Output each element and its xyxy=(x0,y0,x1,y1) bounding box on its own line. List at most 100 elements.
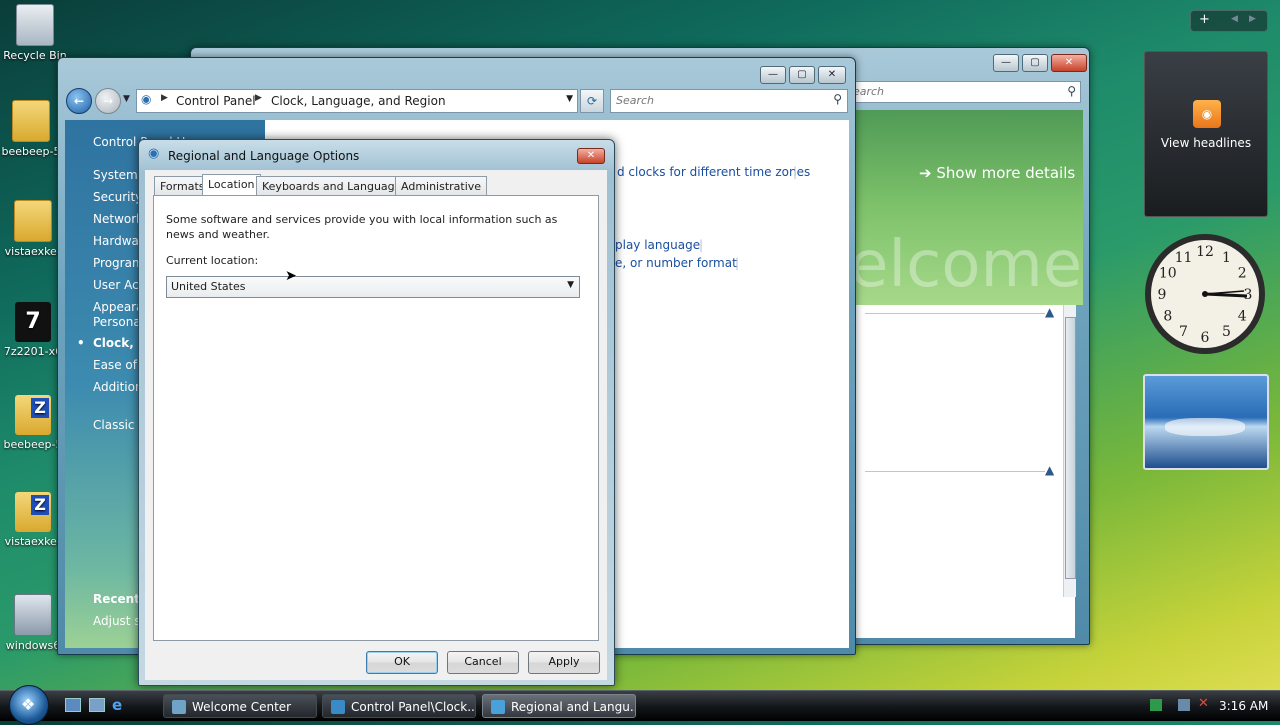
window-icon xyxy=(172,700,186,714)
sidebar-item-security[interactable]: Security xyxy=(93,190,142,204)
tray-volume-muted-icon[interactable]: ✕ xyxy=(1198,696,1209,711)
content-link-number-format[interactable]: e, or number format xyxy=(615,256,737,270)
tab-administrative[interactable]: Administrative xyxy=(395,176,488,196)
regional-language-dialog[interactable]: ◉ Regional and Language Options ✕ Format… xyxy=(138,139,615,686)
show-desktop-icon[interactable] xyxy=(65,698,81,712)
clock-hour-hand xyxy=(1204,292,1248,298)
previous-icon[interactable]: ◀ xyxy=(1231,14,1238,24)
banner-watermark: elcome xyxy=(855,228,1083,302)
forward-button[interactable]: → xyxy=(95,88,121,114)
clock-gadget[interactable]: 12 1 2 3 4 5 6 7 8 9 10 11 xyxy=(1144,233,1266,355)
recent-pages-dropdown[interactable]: ▼ xyxy=(123,94,130,104)
7zip-icon: 7 xyxy=(15,302,51,342)
address-bar[interactable]: ◉ ▶ Control Panel ▶ Clock, Language, and… xyxy=(136,89,578,113)
clock-number: 9 xyxy=(1158,287,1167,303)
maximize-button[interactable]: ▢ xyxy=(1022,54,1048,72)
clock-number: 10 xyxy=(1159,266,1177,282)
welcome-banner: ➔ Show more details elcome xyxy=(855,110,1083,305)
refresh-button[interactable]: ⟳ xyxy=(580,89,604,113)
current-location-label: Current location: xyxy=(166,254,259,267)
slideshow-gadget[interactable] xyxy=(1143,374,1269,470)
search-box[interactable]: Search ⚲ xyxy=(841,81,1081,103)
breadcrumb-clock-language-region[interactable]: Clock, Language, and Region xyxy=(271,94,446,108)
breadcrumb-separator: ▶ xyxy=(255,93,262,103)
close-button[interactable]: ✕ xyxy=(1051,54,1087,72)
sidebar-bullet: • xyxy=(77,336,85,350)
search-box[interactable]: Search ⚲ xyxy=(610,89,848,113)
tab-keyboards-languages[interactable]: Keyboards and Languages xyxy=(256,176,414,196)
welcome-content: ▲ ▲ xyxy=(855,305,1076,638)
link-separator: | xyxy=(699,238,704,252)
address-dropdown-icon[interactable]: ▼ xyxy=(566,94,573,104)
taskbar-task-welcome-center[interactable]: Welcome Center xyxy=(163,694,317,718)
desktop-icon-recycle-bin[interactable]: Recycle Bin xyxy=(0,4,70,62)
link-separator: | xyxy=(793,165,798,179)
taskbar-clock[interactable]: 3:16 AM xyxy=(1219,699,1268,713)
clock-face-icon: 12 1234567891011 xyxy=(1145,234,1265,354)
internet-explorer-icon[interactable]: e xyxy=(112,696,122,714)
dialog-title: Regional and Language Options xyxy=(168,149,360,163)
location-select[interactable]: United States ▼ xyxy=(166,276,580,298)
clock-number: 8 xyxy=(1163,309,1172,325)
tab-location[interactable]: Location xyxy=(202,174,261,196)
arrow-icon: ➔ xyxy=(919,164,932,182)
search-icon: ⚲ xyxy=(1067,84,1076,98)
folder-icon xyxy=(14,200,52,242)
chevron-down-icon: ▼ xyxy=(567,280,574,290)
dialog-close-button[interactable]: ✕ xyxy=(577,148,605,164)
breadcrumb-separator: ▶ xyxy=(161,93,168,103)
view-headlines-label[interactable]: View headlines xyxy=(1145,136,1267,150)
regional-options-icon: ◉ xyxy=(148,146,160,161)
maximize-button[interactable]: ▢ xyxy=(789,66,815,84)
switch-windows-icon[interactable] xyxy=(89,698,105,712)
location-description: Some software and services provide you w… xyxy=(166,213,558,241)
sidebar-controls: + ◀ ▶ xyxy=(1190,10,1268,32)
chevron-up-icon[interactable]: ▲ xyxy=(1045,463,1054,477)
taskbar-task-control-panel[interactable]: Control Panel\Clock... xyxy=(322,694,476,718)
content-link-time-zones[interactable]: d clocks for different time zones xyxy=(617,165,810,179)
clock-number: 2 xyxy=(1238,266,1247,282)
search-icon[interactable]: ⚲ xyxy=(833,92,842,106)
ok-button[interactable]: OK xyxy=(366,651,438,674)
minimize-button[interactable]: — xyxy=(993,54,1019,72)
link-separator: | xyxy=(735,256,740,270)
rss-icon: ◉ xyxy=(1193,100,1221,128)
apply-button[interactable]: Apply xyxy=(528,651,600,674)
content-link-display-language[interactable]: play language xyxy=(615,238,700,252)
clock-number: 4 xyxy=(1238,309,1247,325)
folder-icon xyxy=(12,100,50,142)
scrollbar-thumb[interactable] xyxy=(1065,317,1076,579)
clock-number: 6 xyxy=(1201,330,1210,346)
show-more-details-link[interactable]: ➔ Show more details xyxy=(919,164,1075,182)
dialog-body: Formats Location Keyboards and Languages… xyxy=(145,170,607,680)
start-button[interactable]: ❖ xyxy=(9,685,49,725)
mouse-cursor-icon: ➤ xyxy=(285,268,297,284)
taskbar-task-regional-options[interactable]: Regional and Langu... xyxy=(482,694,636,718)
slideshow-image xyxy=(1165,418,1245,436)
clock-number: 1 xyxy=(1222,250,1231,266)
installer-icon xyxy=(14,594,52,636)
clock-number: 11 xyxy=(1175,250,1193,266)
cancel-button[interactable]: Cancel xyxy=(447,651,519,674)
tab-panel-location: Some software and services provide you w… xyxy=(153,195,599,641)
chevron-up-icon[interactable]: ▲ xyxy=(1045,305,1054,319)
close-button[interactable]: ✕ xyxy=(818,66,846,84)
recycle-bin-icon xyxy=(16,4,54,46)
zip-folder-icon: Z xyxy=(15,395,51,435)
tray-network-icon[interactable] xyxy=(1178,699,1190,711)
tab-strip: Formats Location Keyboards and Languages… xyxy=(154,174,594,196)
search-placeholder: Search xyxy=(616,94,655,107)
add-gadget-icon[interactable]: + xyxy=(1199,12,1210,27)
control-panel-icon: ◉ xyxy=(141,92,152,106)
feed-headlines-gadget[interactable]: ◉ View headlines xyxy=(1144,51,1268,217)
scrollbar[interactable] xyxy=(1063,305,1076,597)
location-select-value: United States xyxy=(171,280,246,293)
separator xyxy=(865,313,1045,314)
tray-sidebar-icon[interactable] xyxy=(1150,699,1162,711)
breadcrumb-control-panel[interactable]: Control Panel xyxy=(176,94,256,108)
back-button[interactable]: ← xyxy=(66,88,92,114)
taskbar: ❖ e Welcome Center Control Panel\Clock..… xyxy=(0,685,1280,725)
next-icon[interactable]: ▶ xyxy=(1249,14,1256,24)
clock-number: 7 xyxy=(1179,324,1188,340)
minimize-button[interactable]: — xyxy=(760,66,786,84)
